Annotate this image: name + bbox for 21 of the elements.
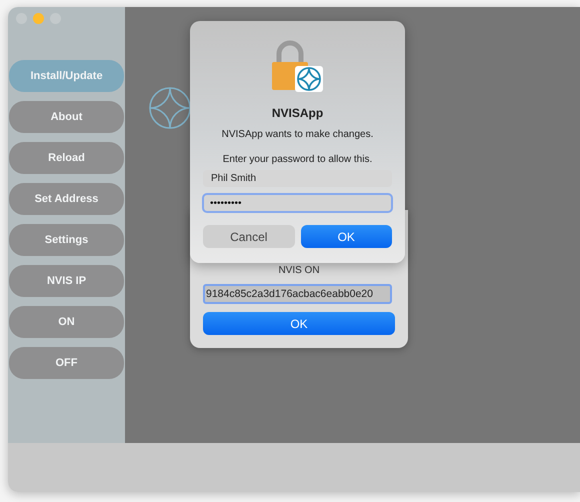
sidebar-button[interactable]: OFF <box>9 347 124 379</box>
dialog-message: NVISApp wants to make changes. <box>222 129 374 140</box>
sidebar-button[interactable]: Reload <box>9 142 124 174</box>
cancel-button[interactable]: Cancel <box>203 225 294 248</box>
password-field[interactable]: ••••••••• <box>202 193 393 213</box>
lock-icon <box>270 40 324 93</box>
key-field[interactable]: 9184c85c2a3d176acbac6eabb0e20 <box>203 284 392 304</box>
ok-button[interactable]: OK <box>300 225 392 248</box>
sidebar-button[interactable]: NVIS IP <box>9 265 124 297</box>
sidebar-button[interactable]: Set Address <box>9 183 124 215</box>
sidebar-button[interactable]: ON <box>9 306 124 338</box>
logo-icon <box>149 87 191 129</box>
dialog-prompt: Enter your password to allow this. <box>222 154 372 165</box>
ok-button[interactable]: OK <box>203 312 395 335</box>
window-control[interactable] <box>33 13 44 24</box>
sheet-label: NVIS ON <box>277 265 321 276</box>
sidebar-button[interactable]: About <box>9 101 124 133</box>
sidebar-button[interactable]: Settings <box>9 224 124 256</box>
sidebar-button[interactable]: Install/Update <box>9 60 124 92</box>
username-field[interactable]: Phil Smith <box>203 170 392 187</box>
dialog-title: NVISApp <box>272 106 324 120</box>
